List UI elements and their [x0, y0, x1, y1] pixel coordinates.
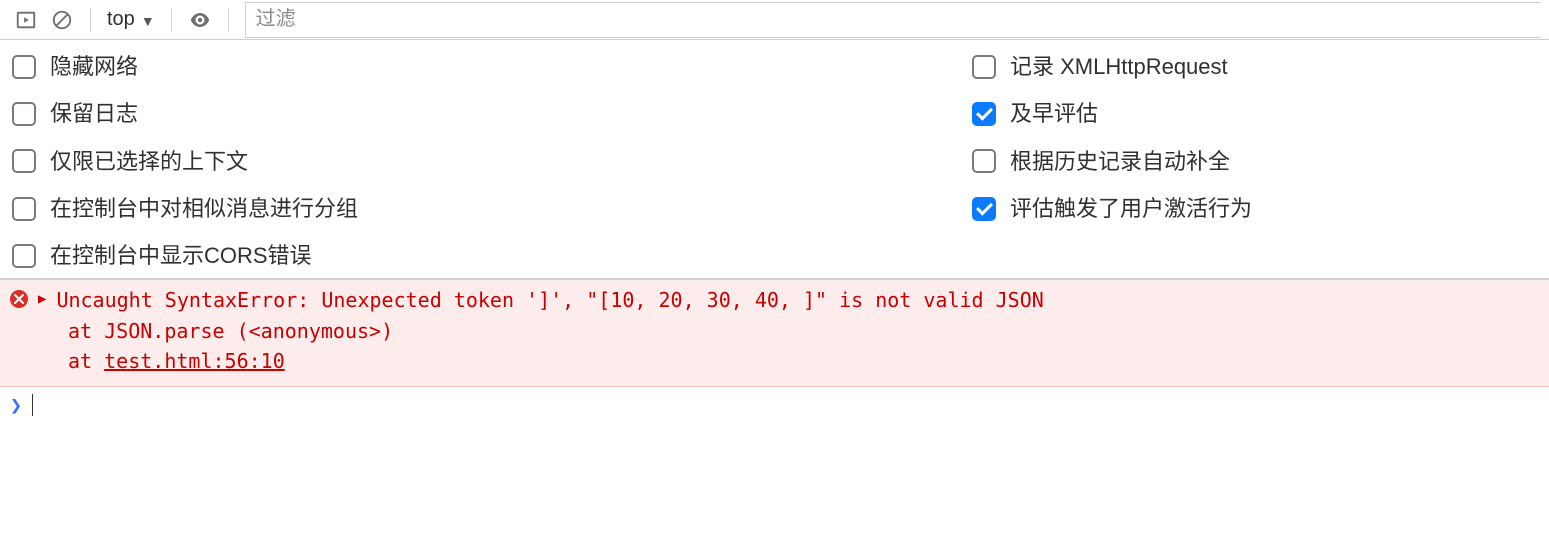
console-error-message: ▶ Uncaught SyntaxError: Unexpected token…: [0, 279, 1549, 387]
stack-frame: at test.html:56:10: [68, 346, 1539, 376]
console-settings-panel: 隐藏网络 保留日志 仅限已选择的上下文 在控制台中对相似消息进行分组 在控制台中…: [0, 40, 1549, 279]
stack-prefix: at: [68, 349, 104, 373]
opt-label: 在控制台中显示CORS错误: [50, 243, 312, 268]
opt-preserve-log[interactable]: 保留日志: [12, 101, 972, 126]
checkbox-show-cors-errors[interactable]: [12, 244, 36, 268]
checkbox-selected-context-only[interactable]: [12, 149, 36, 173]
checkbox-eager-eval[interactable]: [972, 102, 996, 126]
filter-input[interactable]: [245, 2, 1541, 38]
execution-context-label: top: [107, 8, 135, 31]
expand-stack-icon[interactable]: ▶: [38, 292, 46, 306]
opt-eager-eval[interactable]: 及早评估: [972, 101, 1537, 126]
toolbar-separator: [90, 8, 91, 32]
filter-wrap: [245, 2, 1541, 38]
error-stack: at JSON.parse (<anonymous>) at test.html…: [68, 316, 1539, 376]
settings-column-right: 记录 XMLHttpRequest 及早评估 根据历史记录自动补全 评估触发了用…: [972, 54, 1537, 268]
opt-label: 在控制台中对相似消息进行分组: [50, 196, 358, 221]
opt-user-activation[interactable]: 评估触发了用户激活行为: [972, 196, 1537, 221]
opt-show-cors-errors[interactable]: 在控制台中显示CORS错误: [12, 243, 972, 268]
live-expression-icon[interactable]: [182, 2, 218, 38]
opt-selected-context-only[interactable]: 仅限已选择的上下文: [12, 149, 972, 174]
checkbox-history-autocomplete[interactable]: [972, 149, 996, 173]
stack-frame: at JSON.parse (<anonymous>): [68, 316, 1539, 346]
error-text: Uncaught SyntaxError: Unexpected token '…: [56, 288, 1043, 312]
opt-label: 评估触发了用户激活行为: [1010, 196, 1252, 221]
opt-history-autocomplete[interactable]: 根据历史记录自动补全: [972, 149, 1537, 174]
checkbox-hide-network[interactable]: [12, 55, 36, 79]
checkbox-user-activation[interactable]: [972, 197, 996, 221]
dropdown-triangle-icon: ▼: [141, 14, 155, 28]
clear-console-icon[interactable]: [44, 2, 80, 38]
opt-label: 保留日志: [50, 101, 138, 126]
console-prompt[interactable]: ❯: [0, 387, 1549, 423]
opt-label: 记录 XMLHttpRequest: [1010, 54, 1228, 79]
error-icon: [10, 290, 28, 308]
opt-hide-network[interactable]: 隐藏网络: [12, 54, 972, 79]
toggle-console-sidebar-icon[interactable]: [8, 2, 44, 38]
opt-log-xhr[interactable]: 记录 XMLHttpRequest: [972, 54, 1537, 79]
stack-source-link[interactable]: test.html:56:10: [104, 349, 285, 373]
execution-context-selector[interactable]: top ▼: [101, 8, 161, 31]
toolbar-separator: [228, 8, 229, 32]
toolbar-separator: [171, 8, 172, 32]
checkbox-group-similar[interactable]: [12, 197, 36, 221]
settings-column-left: 隐藏网络 保留日志 仅限已选择的上下文 在控制台中对相似消息进行分组 在控制台中…: [12, 54, 972, 268]
opt-label: 根据历史记录自动补全: [1010, 149, 1230, 174]
prompt-caret: [32, 394, 33, 416]
console-toolbar: top ▼: [0, 0, 1549, 40]
console-messages: ▶ Uncaught SyntaxError: Unexpected token…: [0, 279, 1549, 423]
stack-link: <anonymous>: [249, 319, 381, 343]
stack-suffix: ): [381, 319, 393, 343]
opt-group-similar[interactable]: 在控制台中对相似消息进行分组: [12, 196, 972, 221]
stack-prefix: at JSON.parse (: [68, 319, 249, 343]
checkbox-preserve-log[interactable]: [12, 102, 36, 126]
opt-label: 及早评估: [1010, 101, 1098, 126]
opt-label: 仅限已选择的上下文: [50, 149, 248, 174]
prompt-chevron-icon: ❯: [10, 393, 22, 417]
opt-label: 隐藏网络: [50, 54, 138, 79]
checkbox-log-xhr[interactable]: [972, 55, 996, 79]
